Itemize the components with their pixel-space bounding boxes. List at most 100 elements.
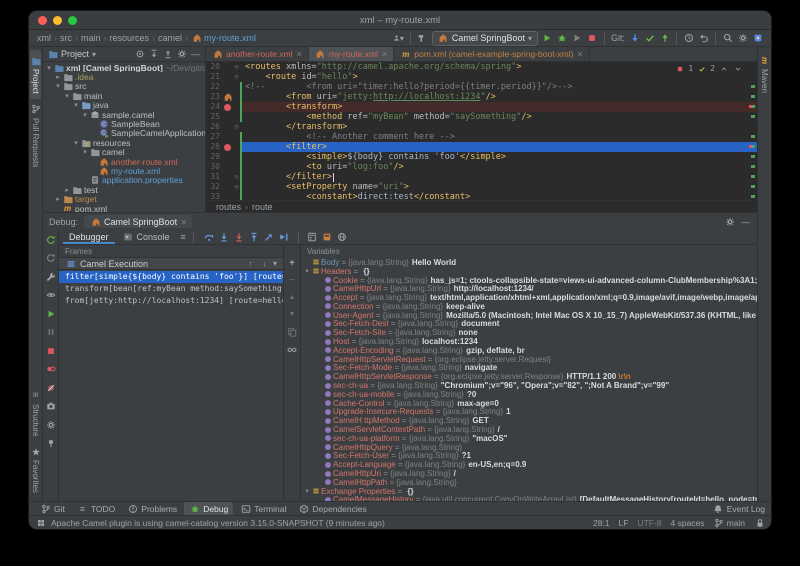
copy-icon[interactable] — [287, 326, 298, 337]
editor-tab-my-route-xml[interactable]: my-route.xml× — [309, 47, 394, 61]
tree-item-camel[interactable]: ▾camel — [43, 148, 205, 157]
code-line-23[interactable]: 23 <from uri="jetty:http://localhost:123… — [206, 92, 757, 102]
tree-chevron-icon[interactable]: ▾ — [54, 82, 62, 90]
tri-down-icon[interactable]: ▼ — [287, 309, 298, 320]
prev-frame-icon[interactable]: ↑ — [245, 258, 256, 269]
tab-console[interactable]: Console — [117, 230, 176, 244]
mute-bp-icon[interactable] — [45, 382, 56, 393]
fold-marker[interactable]: ⊖ — [233, 62, 240, 72]
fold-marker[interactable]: ⊖ — [233, 72, 240, 82]
gear-icon[interactable] — [45, 419, 56, 430]
view-bp-icon[interactable] — [45, 364, 56, 375]
inspection-widget[interactable]: 1 2 — [674, 63, 743, 74]
breadcrumb-item[interactable]: resources — [110, 33, 150, 43]
code-line-29[interactable]: 29 <simple>${body} contains 'foo'</simpl… — [206, 152, 757, 162]
stack-frame[interactable]: filter[simple{${body} contains 'foo'}] [… — [59, 271, 283, 283]
code-line-24[interactable]: 24 <transform> — [206, 102, 757, 112]
push-commits-icon[interactable] — [659, 33, 670, 44]
tree-item-java[interactable]: ▾java — [43, 101, 205, 110]
variable-accept-encoding[interactable]: Accept-Encoding = {java.lang.String}gzip… — [301, 346, 757, 355]
stack-frame[interactable]: transform[bean[ref:myBean method:saySome… — [59, 283, 283, 295]
breadcrumb-item[interactable]: camel — [158, 33, 182, 43]
tool-window-button-terminal[interactable]: Terminal — [235, 502, 291, 515]
close-icon[interactable]: × — [297, 49, 302, 59]
tri-up-icon[interactable]: ▲ — [287, 292, 298, 303]
variable-upgrade-insecure-requests[interactable]: Upgrade-Insecure-Requests = {java.lang.S… — [301, 408, 757, 417]
ide-settings-icon[interactable] — [737, 33, 748, 44]
variable-chevron-icon[interactable]: ▾ — [303, 487, 311, 495]
tree-item-application-properties[interactable]: application.properties — [43, 176, 205, 185]
stop-red-icon[interactable] — [45, 345, 56, 356]
indent-setting[interactable]: 4 spaces — [671, 518, 705, 528]
eye-icon[interactable] — [45, 290, 56, 301]
file-encoding[interactable]: UTF-8 — [637, 518, 661, 528]
hide-icon[interactable]: — — [740, 216, 751, 227]
gear-icon[interactable] — [724, 216, 735, 227]
breadcrumb-item[interactable]: xml — [37, 33, 51, 43]
stop-icon[interactable] — [587, 33, 598, 44]
tree-item-samplecamelapplication[interactable]: CSampleCamelApplication — [43, 129, 205, 138]
breadcrumb-item[interactable]: main — [81, 33, 101, 43]
variable-sec-fetch-user[interactable]: Sec-Fetch-User = {java.lang.String}?1 — [301, 452, 757, 461]
variable-accept[interactable]: Accept = {java.lang.String}text/html,app… — [301, 293, 757, 302]
debug-session-tab[interactable]: Camel SpringBoot × — [84, 215, 192, 228]
tree-chevron-icon[interactable]: ▸ — [63, 186, 71, 194]
collapse-all-icon[interactable] — [162, 49, 173, 60]
caret-position[interactable]: 28:1 — [593, 518, 610, 528]
git-branch-widget[interactable]: main — [714, 517, 745, 528]
tree-chevron-icon[interactable]: ▸ — [54, 73, 62, 81]
breadcrumb-item[interactable]: src — [60, 33, 72, 43]
breakpoint-dot[interactable] — [224, 144, 231, 151]
search-everywhere-icon[interactable] — [722, 33, 733, 44]
tree-item-target[interactable]: ▸target — [43, 194, 205, 203]
plus-icon[interactable]: + — [287, 258, 298, 269]
tool-stripe-maven[interactable]: mMaven — [759, 50, 770, 98]
title-bar[interactable]: xml – my-route.xml — [29, 11, 771, 30]
variable-connection[interactable]: Connection = {java.lang.String}keep-aliv… — [301, 302, 757, 311]
variable-sec-ch-ua[interactable]: sec-ch-ua = {java.lang.String}"Chromium"… — [301, 381, 757, 390]
minus-icon[interactable]: − — [287, 275, 298, 286]
tree-chevron-icon[interactable]: ▾ — [72, 101, 80, 109]
variable-camelh-ttpmethod[interactable]: CamelH ttpMethod = {java.lang.String}GET — [301, 416, 757, 425]
gear-icon[interactable] — [176, 49, 187, 60]
code-line-31[interactable]: 31⊖ </filter> — [206, 172, 757, 182]
lock-icon[interactable] — [754, 517, 765, 528]
rerun-gray-icon[interactable] — [45, 253, 56, 264]
tree-chevron-icon[interactable]: ▾ — [81, 111, 89, 119]
tool-window-button-git[interactable]: Git — [35, 502, 70, 515]
tree-item-main[interactable]: ▾main — [43, 91, 205, 100]
fold-marker[interactable]: ⊖ — [233, 172, 240, 182]
tree-item-src[interactable]: ▾src — [43, 82, 205, 91]
next-frame-icon[interactable]: ↓ — [259, 258, 270, 269]
run-icon[interactable] — [542, 33, 553, 44]
editor-tab-pom-xml-camel-example-spring-boot-xml-[interactable]: mpom.xml (camel-example-spring-boot-xml)… — [394, 47, 589, 61]
variable-host[interactable]: Host = {java.lang.String}localhost:1234 — [301, 337, 757, 346]
variable-camelhttpuri[interactable]: CamelHttpUri = {java.lang.String}/ — [301, 469, 757, 478]
variable-camelhttpservletresponse[interactable]: CamelHttpServletResponse = {org.eclipse.… — [301, 372, 757, 381]
variable-accept-language[interactable]: Accept-Language = {java.lang.String}en-U… — [301, 460, 757, 469]
tool-stripe-structure[interactable]: ≡Structure — [30, 385, 41, 441]
fold-marker[interactable]: ⊖ — [233, 122, 240, 132]
prev-problem-icon[interactable] — [718, 63, 729, 74]
variable-chevron-icon[interactable]: ▾ — [303, 267, 311, 275]
editor-tab-another-route-xml[interactable]: another-route.xml× — [206, 47, 309, 61]
tree-item-my-route-xml[interactable]: my-route.xml — [43, 166, 205, 175]
user-menu-icon[interactable]: ▾ — [393, 33, 404, 44]
variable-camelhttpservletrequest[interactable]: CamelHttpServletRequest = {org.eclipse.j… — [301, 355, 757, 364]
run-config-select[interactable]: Camel SpringBoot▾ — [432, 31, 538, 46]
tree-item-another-route-xml[interactable]: another-route.xml — [43, 157, 205, 166]
event-log-button[interactable]: Event Log — [713, 503, 765, 514]
close-icon[interactable]: × — [577, 49, 582, 59]
variable-camelhttpurl[interactable]: CamelHttpUrl = {java.lang.String}http://… — [301, 284, 757, 293]
learn-ide-icon[interactable] — [752, 33, 763, 44]
rollback-icon[interactable] — [698, 33, 709, 44]
tree-item-samplebean[interactable]: CSampleBean — [43, 119, 205, 128]
tool-stripe-favorites[interactable]: Favorites — [30, 441, 41, 498]
line-separator[interactable]: LF — [619, 518, 629, 528]
tree-item-test[interactable]: ▸test — [43, 185, 205, 194]
tool-window-button-problems[interactable]: Problems — [122, 502, 182, 515]
tree-item--idea[interactable]: ▸.idea — [43, 72, 205, 81]
tool-window-switcher-icon[interactable] — [35, 517, 46, 528]
hide-icon[interactable]: — — [190, 49, 201, 60]
step-into-icon[interactable] — [219, 232, 230, 243]
